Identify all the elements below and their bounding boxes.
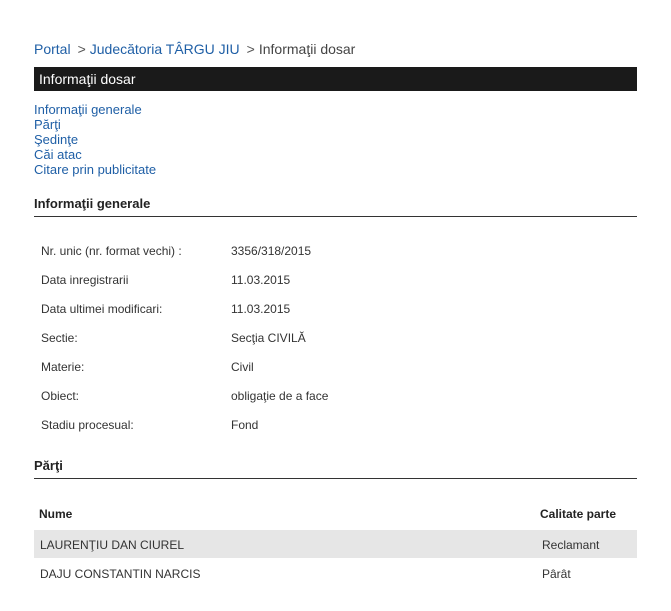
party-role: Pârât (542, 567, 571, 581)
breadcrumb-court-link[interactable]: Judecătoria TÂRGU JIU (90, 41, 240, 57)
parties-heading: Părţi (34, 458, 637, 479)
info-row: Nr. unic (nr. format vechi) : 3356/318/20… (41, 244, 311, 258)
table-row: DAJU CONSTANTIN NARCIS Pârât (34, 559, 637, 587)
info-value: 3356/318/2015 (231, 244, 312, 258)
info-row: Materie: Civil (41, 360, 254, 374)
breadcrumb-current: Informaţii dosar (258, 41, 356, 57)
nav-link-parti[interactable]: Părţi (34, 117, 156, 132)
info-label: Sectie: (41, 331, 78, 345)
section-nav: Informaţii generale Părţi Şedinţe Căi at… (34, 102, 156, 177)
info-value: Fond (231, 418, 259, 432)
breadcrumb-separator: > (246, 41, 255, 57)
info-value: 11.03.2015 (231, 273, 291, 287)
column-header-calitate-parte: Calitate parte (540, 507, 617, 521)
info-label: Stadiu procesual: (41, 418, 134, 432)
info-value: Civil (231, 360, 254, 374)
party-name: LAURENŢIU DAN CIUREL (40, 538, 185, 552)
info-label: Data inregistrarii (41, 273, 129, 287)
info-label: Obiect: (41, 389, 80, 403)
party-name: DAJU CONSTANTIN NARCIS (40, 567, 201, 581)
info-value: 11.03.2015 (231, 302, 291, 316)
info-label: Data ultimei modificari: (41, 302, 163, 316)
page-title-bar: Informaţii dosar (34, 67, 637, 91)
general-info-heading: Informaţii generale (34, 196, 637, 217)
nav-link-informatii-generale[interactable]: Informaţii generale (34, 102, 156, 117)
column-header-nume: Nume (39, 507, 73, 521)
nav-link-sedinte[interactable]: Şedinţe (34, 132, 156, 147)
info-row: Obiect: obligaţie de a face (41, 389, 328, 403)
info-label: Materie: (41, 360, 85, 374)
info-value: Secţia CIVILĂ (231, 331, 306, 345)
breadcrumb: Portal > Judecătoria TÂRGU JIU > Informaţii … (34, 41, 355, 57)
page: Portal > Judecătoria TÂRGU JIU > Informaţii … (0, 0, 671, 611)
info-row: Data ultimei modificari: 11.03.2015 (41, 302, 290, 316)
info-row: Sectie: Secţia CIVILĂ (41, 331, 306, 345)
info-row: Data inregistrarii 11.03.2015 (41, 273, 290, 287)
info-value: obligaţie de a face (231, 389, 329, 403)
nav-link-citare-prin-publicitate[interactable]: Citare prin publicitate (34, 162, 156, 177)
info-row: Stadiu procesual: Fond (41, 418, 258, 432)
info-label: Nr. unic (nr. format vechi) : (41, 244, 182, 258)
party-role: Reclamant (542, 538, 600, 552)
nav-link-cai-atac[interactable]: Căi atac (34, 147, 156, 162)
breadcrumb-portal-link[interactable]: Portal (34, 41, 71, 57)
table-row: LAURENŢIU DAN CIUREL Reclamant (34, 530, 637, 558)
breadcrumb-separator: > (77, 41, 86, 57)
parties-table-header: Nume Calitate parte (34, 503, 637, 525)
